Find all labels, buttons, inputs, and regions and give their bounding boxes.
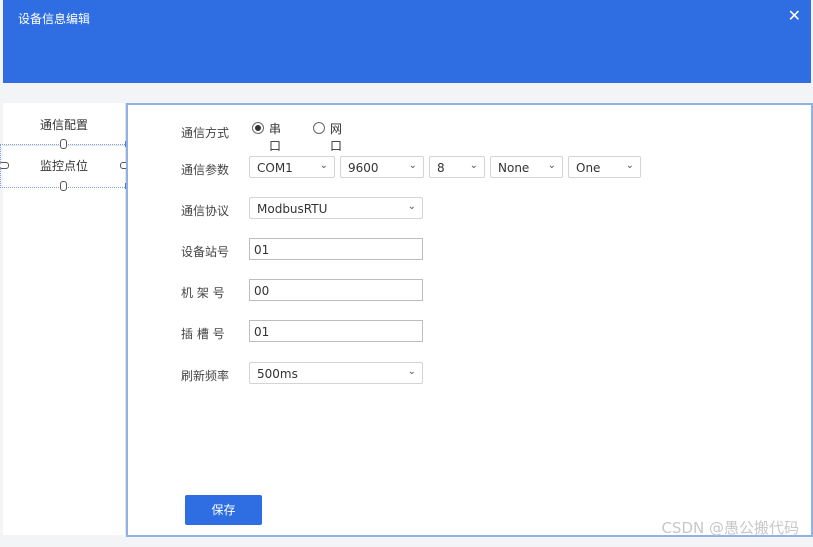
radio-network[interactable] bbox=[313, 122, 325, 134]
parity-select[interactable]: None ⌄ bbox=[490, 156, 563, 178]
chevron-down-icon: ⌄ bbox=[407, 201, 416, 212]
chevron-down-icon: ⌄ bbox=[547, 160, 556, 171]
port-select[interactable]: COM1 ⌄ bbox=[249, 156, 335, 178]
rack-label: 机 架 号 bbox=[181, 286, 225, 300]
chevron-down-icon: ⌄ bbox=[408, 160, 417, 171]
dialog-header: 设备信息编辑 ✕ bbox=[3, 0, 811, 83]
chevron-down-icon: ⌄ bbox=[625, 160, 634, 171]
data-bits-value: 8 bbox=[437, 161, 445, 175]
form-panel: 通信方式 串口 网口 通信参数 COM1 ⌄ 9600 ⌄ 8 ⌄ None ⌄… bbox=[126, 103, 813, 537]
resize-handle-left[interactable] bbox=[0, 162, 9, 169]
stop-bits-select[interactable]: One ⌄ bbox=[568, 156, 641, 178]
station-value: 01 bbox=[254, 243, 270, 257]
refresh-label: 刷新频率 bbox=[181, 369, 230, 383]
station-input[interactable]: 01 bbox=[249, 238, 423, 260]
dialog-title: 设备信息编辑 bbox=[18, 12, 91, 26]
station-label: 设备站号 bbox=[181, 245, 230, 259]
radio-serial-label: 串口 bbox=[269, 122, 282, 153]
port-value: COM1 bbox=[257, 161, 293, 175]
baud-select[interactable]: 9600 ⌄ bbox=[340, 156, 424, 178]
radio-serial[interactable] bbox=[252, 122, 264, 134]
resize-handle-top[interactable] bbox=[60, 139, 67, 149]
refresh-select[interactable]: 500ms ⌄ bbox=[249, 362, 423, 384]
parity-value: None bbox=[498, 161, 530, 175]
stop-bits-value: One bbox=[576, 161, 601, 175]
rack-input[interactable]: 00 bbox=[249, 279, 423, 301]
chevron-down-icon: ⌄ bbox=[319, 160, 328, 171]
chevron-down-icon: ⌄ bbox=[469, 160, 478, 171]
radio-network-label: 网口 bbox=[330, 122, 343, 153]
data-bits-select[interactable]: 8 ⌄ bbox=[429, 156, 485, 178]
baud-value: 9600 bbox=[348, 161, 379, 175]
comm-mode-label: 通信方式 bbox=[181, 126, 230, 140]
protocol-label: 通信协议 bbox=[181, 204, 230, 218]
selection-outline bbox=[0, 139, 131, 191]
save-button[interactable]: 保存 bbox=[185, 495, 262, 525]
close-icon[interactable]: ✕ bbox=[788, 6, 801, 25]
slot-label: 插 槽 号 bbox=[181, 327, 225, 341]
rack-value: 00 bbox=[254, 284, 270, 298]
slot-input[interactable]: 01 bbox=[249, 320, 423, 342]
refresh-value: 500ms bbox=[257, 367, 298, 381]
slot-value: 01 bbox=[254, 325, 270, 339]
protocol-value: ModbusRTU bbox=[257, 202, 328, 216]
comm-params-label: 通信参数 bbox=[181, 163, 230, 177]
chevron-down-icon: ⌄ bbox=[407, 366, 416, 377]
resize-handle-bottom[interactable] bbox=[60, 181, 67, 191]
watermark: CSDN @愚公搬代码 bbox=[661, 519, 799, 537]
protocol-select[interactable]: ModbusRTU ⌄ bbox=[249, 197, 423, 219]
